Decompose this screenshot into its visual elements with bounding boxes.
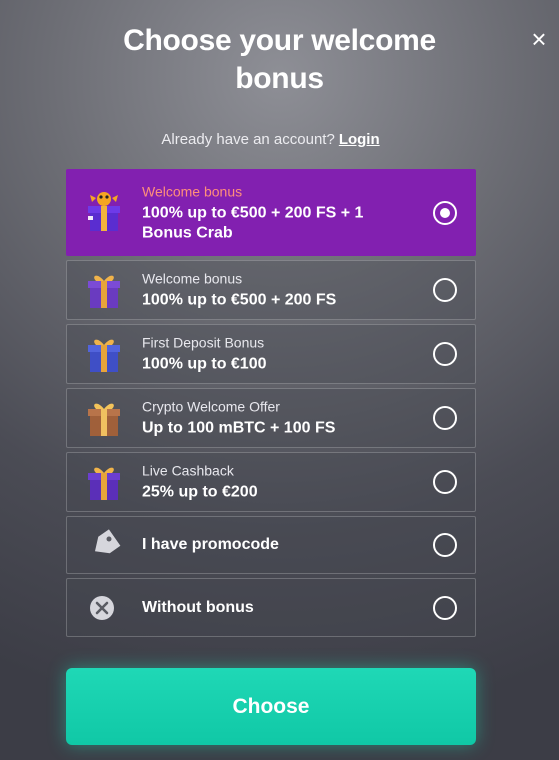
bonus-option-promocode[interactable]: I have promocode: [66, 516, 476, 574]
account-prompt-text: Already have an account?: [161, 131, 335, 148]
bonus-option-crypto-welcome[interactable]: Crypto Welcome Offer Up to 100 mBTC + 10…: [66, 388, 476, 448]
account-prompt-line: Already have an account? Login: [0, 131, 541, 148]
cancel-icon: [85, 588, 123, 628]
option-text: Live Cashback 25% up to €200: [142, 462, 415, 503]
bonus-option-welcome[interactable]: Welcome bonus 100% up to €500 + 200 FS: [66, 260, 476, 320]
radio-button[interactable]: [433, 342, 457, 366]
option-title: Up to 100 mBTC + 100 FS: [142, 419, 336, 437]
gift-violet-icon: [85, 462, 123, 502]
option-subtitle: Crypto Welcome Offer: [142, 398, 280, 415]
radio-button[interactable]: [433, 406, 457, 430]
option-title: 100% up to €100: [142, 355, 267, 373]
bonus-option-list: Welcome bonus 100% up to €500 + 200 FS +…: [66, 169, 476, 637]
choose-button[interactable]: Choose: [66, 668, 476, 745]
gift-blue-icon: [85, 334, 123, 374]
option-text: Welcome bonus 100% up to €500 + 200 FS +…: [142, 182, 415, 243]
option-subtitle: Live Cashback: [142, 462, 234, 479]
gift-purple-icon: [85, 270, 123, 310]
option-subtitle: Welcome bonus: [142, 270, 243, 287]
radio-button[interactable]: [433, 470, 457, 494]
option-text: Crypto Welcome Offer Up to 100 mBTC + 10…: [142, 398, 415, 439]
page-title: Choose your welcome bonus: [0, 22, 559, 98]
radio-button[interactable]: [433, 595, 457, 620]
option-title: 25% up to €200: [142, 483, 258, 501]
option-text: Welcome bonus 100% up to €500 + 200 FS: [142, 270, 415, 311]
option-title: 100% up to €500 + 200 FS + 1 Bonus Crab: [142, 203, 415, 243]
title-line-2: bonus: [235, 62, 324, 95]
tag-icon: [85, 525, 123, 565]
option-subtitle: First Deposit Bonus: [142, 334, 265, 351]
option-subtitle: Welcome bonus: [142, 183, 243, 199]
option-text: First Deposit Bonus 100% up to €100: [142, 334, 415, 375]
gift-crab-icon: [85, 191, 123, 233]
gift-brown-icon: [85, 398, 123, 438]
radio-button[interactable]: [433, 278, 457, 302]
option-title: I have promocode: [142, 536, 279, 553]
login-link[interactable]: Login: [339, 131, 380, 148]
option-text: I have promocode: [142, 535, 415, 555]
bonus-option-live-cashback[interactable]: Live Cashback 25% up to €200: [66, 452, 476, 512]
option-title-line-2: Bonus Crab: [142, 224, 233, 241]
option-title-line-1: 100% up to €500 + 200 FS + 1: [142, 204, 364, 221]
bonus-option-first-deposit[interactable]: First Deposit Bonus 100% up to €100: [66, 324, 476, 384]
radio-button-selected[interactable]: [433, 200, 457, 225]
bonus-option-welcome-crab[interactable]: Welcome bonus 100% up to €500 + 200 FS +…: [66, 169, 476, 256]
option-title: 100% up to €500 + 200 FS: [142, 291, 337, 309]
title-line-1: Choose your welcome: [123, 24, 436, 57]
bonus-option-without-bonus[interactable]: Without bonus: [66, 578, 476, 637]
option-title: Without bonus: [142, 598, 254, 616]
radio-button[interactable]: [433, 533, 457, 557]
option-text: Without bonus: [142, 598, 415, 618]
